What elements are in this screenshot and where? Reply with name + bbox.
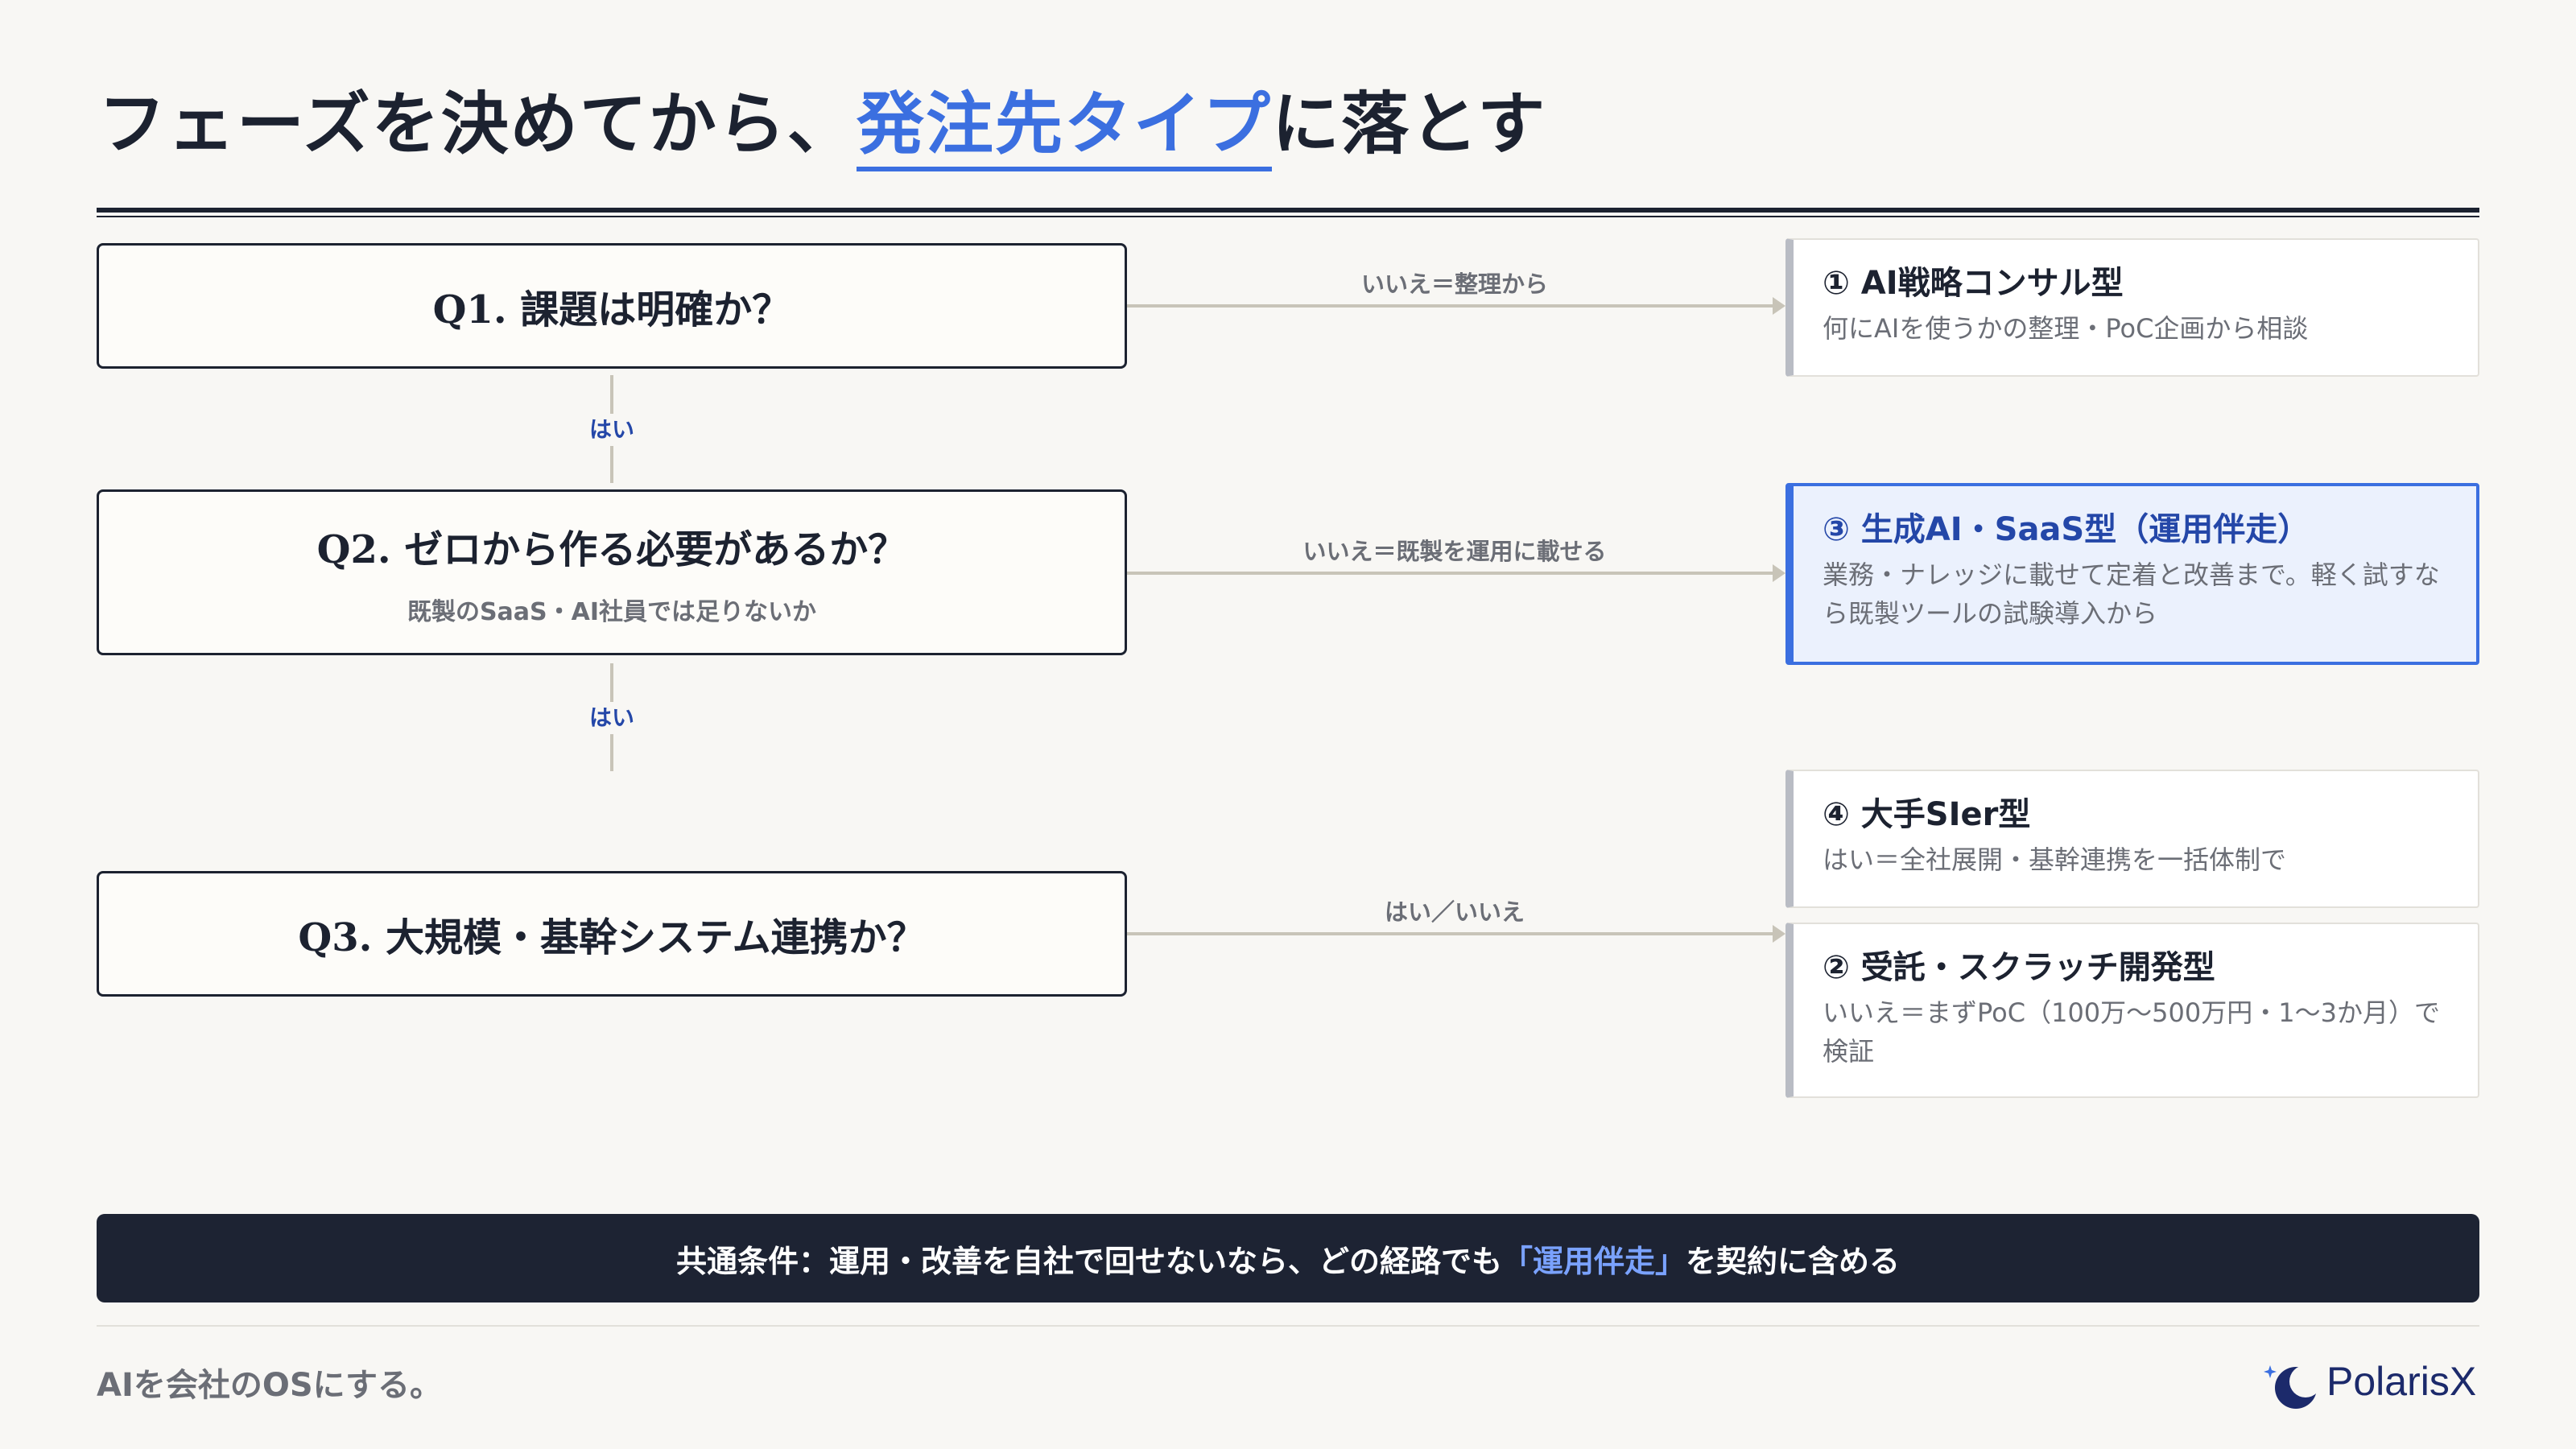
answer-box-saas: ③ 生成AI・SaaS型（運用伴走） 業務・ナレッジに載せて定着と改善まで。軽く… bbox=[1785, 483, 2479, 665]
page-title: フェーズを決めてから、発注先タイプに落とす bbox=[98, 84, 1547, 171]
polaris-moon-icon bbox=[2264, 1365, 2322, 1409]
footer-tagline: AIを会社のOSにする。 bbox=[97, 1367, 443, 1404]
title-divider-thin bbox=[97, 216, 2479, 217]
answer-box-scratch: ② 受託・スクラッチ開発型 いいえ＝まずPoC（100万〜500万円・1〜3か月… bbox=[1785, 923, 2479, 1098]
brand-name: PolarisX bbox=[2326, 1359, 2477, 1404]
yes-label: はい bbox=[564, 414, 660, 446]
title-accent: 発注先タイプ bbox=[856, 84, 1272, 171]
answer-title: ① AI戦略コンサル型 bbox=[1823, 265, 2124, 302]
arrow-q3 bbox=[1127, 925, 1785, 943]
question-sublabel: 既製のSaaS・AI社員では足りないか bbox=[407, 598, 817, 626]
title-pre: フェーズを決めてから、 bbox=[98, 84, 857, 163]
question-box-q2: Q2. ゼロから作る必要があるか？ 既製のSaaS・AI社員では足りないか bbox=[97, 489, 1127, 655]
common-condition-banner: 共通条件：運用・改善を自社で回せないなら、どの経路でも 「運用伴走」 を契約に含める bbox=[97, 1214, 2479, 1302]
arrow-q1 bbox=[1127, 297, 1785, 315]
question-label: Q2. ゼロから作る必要があるか？ bbox=[316, 527, 907, 572]
answer-description: 何にAIを使うかの整理・PoC企画から相談 bbox=[1823, 313, 2309, 344]
answer-title: ④ 大手SIer型 bbox=[1823, 796, 2031, 833]
arrow-q2 bbox=[1127, 564, 1785, 582]
banner-highlight: 「運用伴走」 bbox=[1501, 1243, 1686, 1279]
question-box-q3: Q3. 大規模・基幹システム連携か？ bbox=[97, 871, 1127, 997]
answer-box-consulting: ① AI戦略コンサル型 何にAIを使うかの整理・PoC企画から相談 bbox=[1785, 238, 2479, 377]
title-post: に落とす bbox=[1271, 84, 1547, 163]
banner-text-pre: 共通条件：運用・改善を自社で回せないなら、どの経路でも bbox=[675, 1243, 1502, 1279]
banner-text-post: を契約に含める bbox=[1686, 1243, 1901, 1279]
yes-label: はい bbox=[564, 702, 660, 734]
answer-description: はい＝全社展開・基幹連携を一括体制で bbox=[1823, 844, 2287, 875]
question-label: Q3. 大規模・基幹システム連携か？ bbox=[298, 915, 926, 960]
arrow-label-q2: いいえ＝既製を運用に載せる bbox=[1302, 538, 1607, 565]
answer-box-sier: ④ 大手SIer型 はい＝全社展開・基幹連携を一括体制で bbox=[1785, 770, 2479, 908]
footer-divider bbox=[97, 1325, 2479, 1327]
arrow-label-q3: はい／いいえ bbox=[1384, 898, 1525, 926]
brand-logo: PolarisX bbox=[2262, 1349, 2479, 1414]
title-divider-thick bbox=[97, 208, 2479, 213]
answer-title: ③ 生成AI・SaaS型（運用伴走） bbox=[1823, 511, 2310, 548]
answer-description: 業務・ナレッジに載せて定着と改善まで。軽く試すなら既製ツールの試験導入から bbox=[1823, 559, 2440, 629]
arrow-label-q1: いいえ＝整理から bbox=[1360, 270, 1548, 298]
answer-description: いいえ＝まずPoC（100万〜500万円・1〜3か月）で検証 bbox=[1823, 997, 2440, 1067]
answer-title: ② 受託・スクラッチ開発型 bbox=[1823, 949, 2215, 986]
question-box-q1: Q1. 課題は明確か？ bbox=[97, 243, 1127, 369]
question-label: Q1. 課題は明確か？ bbox=[432, 287, 791, 332]
